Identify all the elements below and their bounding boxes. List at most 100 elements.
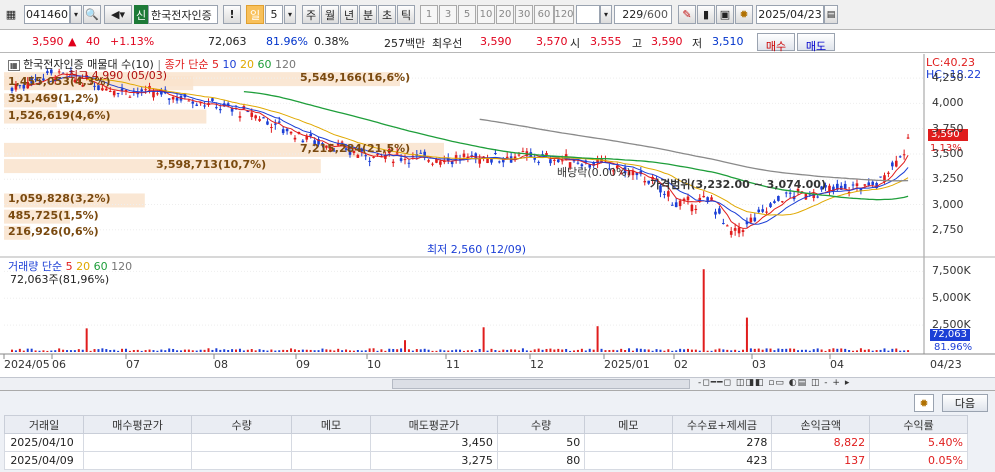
volume-bar [392, 348, 395, 352]
candle-body [733, 228, 737, 231]
candle-body [725, 225, 729, 227]
volume-bar [679, 348, 682, 352]
ma120-line [479, 118, 909, 182]
period-second-button[interactable]: 초 [378, 5, 396, 24]
volume-bar [718, 348, 721, 352]
table-row[interactable]: 2025/04/10 3,450 50 278 8,822 5.40% [3, 433, 968, 452]
tick-20-button[interactable]: 20 [496, 5, 514, 24]
period-week-button[interactable]: 주 [302, 5, 320, 24]
candle-body [894, 160, 898, 167]
price-tick-label: 3,500 [932, 146, 964, 160]
volume-bar [431, 350, 434, 352]
code-dropdown-icon[interactable]: ▾ [70, 5, 82, 24]
buy-button[interactable]: 매수 [757, 33, 795, 53]
tick-3-button[interactable]: 3 [439, 5, 457, 24]
count-field[interactable]: 229/600 [614, 5, 672, 24]
column-header[interactable]: 매도평균가 [370, 415, 498, 434]
stock-chart[interactable] [0, 54, 995, 377]
volume-bar [278, 350, 281, 352]
tick-dropdown-icon[interactable]: ▾ [600, 5, 612, 24]
search-icon[interactable]: 🔍 [83, 5, 101, 24]
volume-bar [238, 348, 241, 352]
candle-body [427, 160, 430, 162]
volume-bar [738, 350, 741, 352]
candle-body [722, 222, 725, 224]
tools-icon[interactable]: ✎ [678, 5, 696, 24]
volume-bar [580, 348, 583, 352]
volume-bar [89, 350, 92, 352]
volume-bar [404, 340, 407, 352]
tick-5-label: 5 [463, 9, 471, 20]
candle-body [101, 88, 104, 91]
volume-bar [455, 349, 458, 352]
chart-scrollbar[interactable]: -◻━━◻ ◫◨◧ ▫▭ ◐▤ ◫ - + ▸ [0, 377, 995, 390]
date-input[interactable]: 2025/04/23 [756, 5, 824, 24]
scroll-thumb[interactable] [392, 379, 690, 389]
sell-button[interactable]: 매도 [797, 33, 835, 53]
speaker-icon[interactable]: ◀▾ [104, 5, 132, 24]
period-year-label: 년 [343, 8, 355, 22]
volume-bar [557, 348, 560, 352]
column-header[interactable]: 수량 [496, 415, 586, 434]
stock-name-field[interactable]: 한국전자인증 [148, 5, 218, 24]
candle-body [902, 154, 906, 156]
stock-name: 한국전자인증 [151, 8, 212, 22]
settings-icon[interactable]: ✹ [914, 394, 934, 412]
volume-bar [427, 349, 430, 352]
tile-icon[interactable]: ▦ [4, 5, 18, 24]
candle-body [285, 128, 289, 132]
column-header[interactable]: 거래일 [3, 415, 85, 434]
column-header[interactable]: 손익금액 [771, 415, 871, 434]
volume-bar [844, 348, 847, 352]
alert-button[interactable]: ! [223, 5, 241, 24]
period-month-button[interactable]: 월 [321, 5, 339, 24]
candle-body [690, 204, 694, 212]
volume-bar [11, 349, 13, 352]
period-tick-button[interactable]: 틱 [397, 5, 415, 24]
gear-icon[interactable]: ✹ [735, 5, 753, 24]
month-tick-label: 08 [214, 358, 228, 371]
tick-120-button[interactable]: 120 [554, 5, 574, 24]
candle-body [537, 161, 540, 163]
volume-bar [785, 348, 788, 352]
period-minute-button[interactable]: 분 [359, 5, 377, 24]
column-header[interactable]: 수량 [191, 415, 292, 434]
volume-bar [797, 350, 800, 352]
column-header[interactable]: 매수평균가 [83, 415, 193, 434]
volume-bar [219, 349, 222, 352]
vma120-legend: 120 [111, 260, 133, 273]
tick-60-button[interactable]: 60 [534, 5, 554, 24]
chart-area[interactable]: ▦ 한국전자인증 매물대 수(10) | 종가 단순 5 10 20 60 12… [0, 54, 995, 377]
column-header[interactable]: 수익률 [869, 415, 968, 434]
period-year-button[interactable]: 년 [340, 5, 358, 24]
candle-body [218, 109, 222, 111]
candle-body [891, 162, 894, 167]
volume-bar [215, 348, 218, 352]
period-count-input[interactable]: 5 [265, 5, 283, 24]
period-dropdown-icon[interactable]: ▾ [284, 5, 296, 24]
candle-body [769, 203, 772, 208]
column-header[interactable]: 수수료+제세금 [671, 415, 773, 434]
tick-5-button[interactable]: 5 [458, 5, 476, 24]
tick-30-button[interactable]: 30 [515, 5, 533, 24]
candle-body [262, 117, 265, 119]
candle-body [702, 195, 706, 198]
save-icon[interactable]: ▣ [716, 5, 734, 24]
zoom-controls[interactable]: -◻━━◻ ◫◨◧ ▫▭ ◐▤ ◫ - + ▸ [698, 378, 850, 388]
column-header[interactable]: 메모 [290, 415, 372, 434]
column-header[interactable]: 메모 [584, 415, 673, 434]
volume-bar [423, 348, 426, 352]
table-row[interactable]: 2025/04/09 3,275 80 423 137 0.05% [3, 451, 968, 470]
stock-code-input[interactable]: 041460 [24, 5, 70, 24]
chart-tile-icon[interactable]: ▦ [8, 60, 20, 71]
calendar-icon[interactable]: ▤ [824, 5, 838, 24]
tick-custom-input[interactable] [576, 5, 600, 24]
next-button[interactable]: 다음 [942, 394, 988, 412]
tick-10-button[interactable]: 10 [477, 5, 495, 24]
period-day-button[interactable]: 일 [246, 5, 264, 24]
tick-1-button[interactable]: 1 [420, 5, 438, 24]
volume-bar [604, 350, 607, 352]
volume-bar [352, 350, 355, 352]
volume-bar [231, 349, 234, 352]
chart-icon[interactable]: ▮ [697, 5, 715, 24]
